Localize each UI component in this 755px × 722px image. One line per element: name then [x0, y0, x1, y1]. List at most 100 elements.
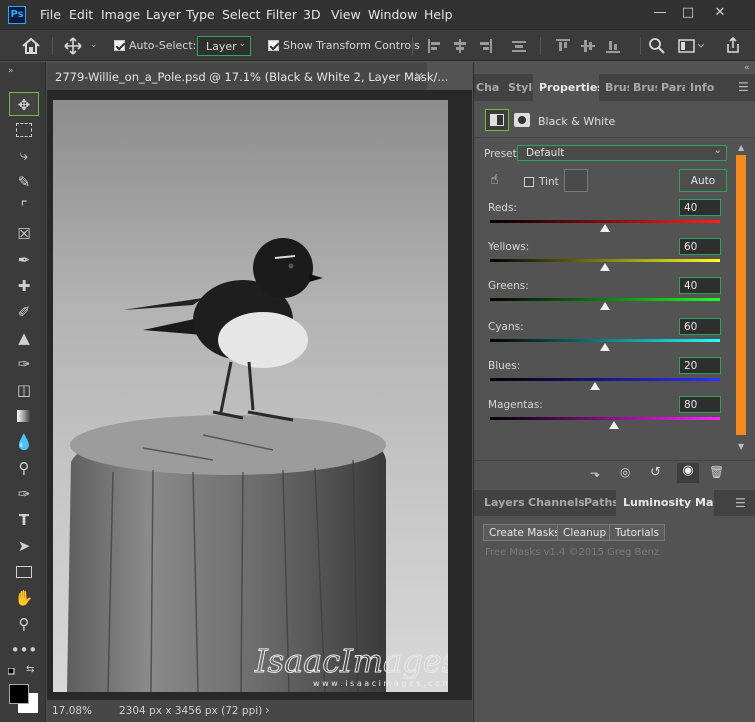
brush-tool-icon[interactable]: ✐: [9, 300, 39, 324]
restore-icon[interactable]: □: [678, 5, 698, 23]
scrollbar-thumb[interactable]: [736, 155, 746, 435]
marquee-tool-icon[interactable]: [9, 118, 39, 142]
panel-menu-icon[interactable]: ☰: [735, 496, 746, 510]
trash-icon[interactable]: 🗑: [709, 465, 724, 479]
tab-brush-settings[interactable]: Brus: [633, 81, 657, 94]
type-tool-icon[interactable]: T: [9, 508, 39, 532]
distribute-icon[interactable]: [512, 39, 526, 53]
menu-file[interactable]: File: [40, 7, 61, 22]
magentas-value-field[interactable]: 80: [679, 396, 721, 413]
healing-brush-tool-icon[interactable]: ✚: [9, 274, 39, 298]
clip-to-layer-icon[interactable]: ⬎: [590, 466, 600, 480]
close-icon[interactable]: ✕: [710, 5, 730, 23]
hand-tool-icon[interactable]: ✋: [9, 586, 39, 610]
menu-help[interactable]: Help: [424, 7, 453, 22]
search-icon[interactable]: [648, 37, 666, 55]
foreground-color-swatch[interactable]: [9, 684, 29, 704]
home-icon[interactable]: [20, 36, 42, 56]
yellows-slider-thumb[interactable]: [600, 263, 610, 271]
auto-button[interactable]: Auto: [679, 169, 727, 192]
pen-tool-icon[interactable]: ✑: [9, 482, 39, 506]
align-vertical-center-icon[interactable]: [581, 39, 595, 53]
greens-slider-thumb[interactable]: [600, 302, 610, 310]
tab-layers[interactable]: Layers: [484, 496, 525, 509]
menu-edit[interactable]: Edit: [69, 7, 93, 22]
menu-view[interactable]: View: [331, 7, 361, 22]
align-top-icon[interactable]: [556, 39, 570, 53]
menu-filter[interactable]: Filter: [266, 7, 297, 22]
align-bottom-icon[interactable]: [606, 39, 620, 53]
adjustment-icon[interactable]: [485, 109, 509, 131]
tab-properties[interactable]: Properties: [533, 74, 599, 101]
document-tab[interactable]: 2779-Willie_on_a_Pole.psd @ 17.1% (Black…: [47, 63, 448, 90]
cyans-slider-thumb[interactable]: [600, 343, 610, 351]
yellows-slider-track[interactable]: [490, 259, 720, 262]
lasso-tool-icon[interactable]: ⤷: [9, 143, 39, 167]
menu-image[interactable]: Image: [101, 7, 140, 22]
blues-slider-track[interactable]: [490, 378, 720, 381]
menu-window[interactable]: Window: [368, 7, 417, 22]
reds-slider-thumb[interactable]: [600, 224, 610, 232]
move-tool-icon[interactable]: [63, 36, 83, 56]
collapse-panels-icon[interactable]: «: [744, 63, 750, 73]
yellows-value-field[interactable]: 60: [679, 238, 721, 255]
magentas-slider-track[interactable]: [490, 417, 720, 420]
create-masks-button[interactable]: Create Masks: [483, 524, 566, 541]
more-tools-icon[interactable]: •••: [9, 638, 39, 662]
collapse-icon[interactable]: »: [8, 66, 14, 76]
cyans-value-field[interactable]: 60: [679, 318, 721, 335]
quick-selection-tool-icon[interactable]: ✎: [9, 170, 39, 194]
menu-type[interactable]: Type: [186, 7, 215, 22]
close-document-icon[interactable]: ×: [414, 69, 424, 83]
cleanup-button[interactable]: Cleanup: [557, 524, 613, 541]
greens-slider-track[interactable]: [490, 298, 720, 301]
minimize-icon[interactable]: —: [650, 5, 670, 23]
cyans-slider-track[interactable]: [490, 339, 720, 342]
frame-tool-icon[interactable]: ☒: [9, 222, 39, 246]
blues-value-field[interactable]: 20: [679, 357, 721, 374]
workspace-icon[interactable]: [678, 38, 705, 54]
chevron-right-icon[interactable]: ›: [265, 703, 270, 717]
magentas-slider-thumb[interactable]: [609, 421, 619, 429]
menu-select[interactable]: Select: [222, 7, 261, 22]
scroll-down-icon[interactable]: ▼: [738, 442, 744, 451]
tab-channels[interactable]: Cha: [476, 81, 504, 94]
gradient-tool-icon[interactable]: [9, 404, 39, 428]
crop-tool-icon[interactable]: ⌜: [9, 195, 39, 219]
layer-mask-icon[interactable]: [514, 113, 530, 127]
tint-checkbox[interactable]: [524, 177, 534, 187]
zoom-tool-icon[interactable]: ⚲: [9, 612, 39, 636]
tab-paragraph[interactable]: Para: [661, 81, 685, 94]
reds-slider-track[interactable]: [490, 220, 720, 223]
rectangle-tool-icon[interactable]: [9, 560, 39, 584]
preset-dropdown[interactable]: Default ⌄: [517, 145, 727, 161]
reds-value-field[interactable]: 40: [679, 199, 721, 216]
view-previous-state-icon[interactable]: ◎: [620, 465, 630, 479]
eyedropper-tool-icon[interactable]: ✒: [9, 248, 39, 272]
tab-brushes[interactable]: Brus: [605, 81, 629, 94]
align-horizontal-center-icon[interactable]: [453, 39, 467, 53]
tutorials-button[interactable]: Tutorials: [609, 524, 666, 541]
blur-tool-icon[interactable]: 💧: [9, 430, 39, 454]
path-selection-tool-icon[interactable]: ➤: [9, 534, 39, 558]
tab-styles[interactable]: Style: [508, 81, 533, 94]
dodge-tool-icon[interactable]: ⚲: [9, 456, 39, 480]
chevron-down-icon[interactable]: ⌄: [90, 40, 98, 50]
clone-stamp-tool-icon[interactable]: ▲: [9, 326, 39, 350]
photo-canvas[interactable]: IsaacImages w w w . i s a a c i m a g e …: [53, 100, 448, 692]
tab-paths[interactable]: Paths: [584, 496, 619, 509]
swap-colors-icon[interactable]: ⇆: [26, 664, 34, 675]
share-icon[interactable]: [724, 36, 742, 54]
default-colors-icon[interactable]: [7, 666, 18, 675]
targeted-adjustment-icon[interactable]: ☝: [490, 172, 499, 188]
panel-menu-icon[interactable]: ☰: [738, 80, 749, 94]
auto-select-dropdown[interactable]: Layer ⌄: [197, 36, 251, 56]
align-right-icon[interactable]: [478, 39, 492, 53]
blues-slider-thumb[interactable]: [590, 382, 600, 390]
menu-layer[interactable]: Layer: [146, 7, 181, 22]
tab-channels-bottom[interactable]: Channels: [528, 496, 585, 509]
greens-value-field[interactable]: 40: [679, 277, 721, 294]
tint-color-swatch[interactable]: [564, 169, 588, 192]
history-brush-tool-icon[interactable]: ✑: [9, 352, 39, 376]
tab-info[interactable]: Info: [690, 81, 720, 94]
